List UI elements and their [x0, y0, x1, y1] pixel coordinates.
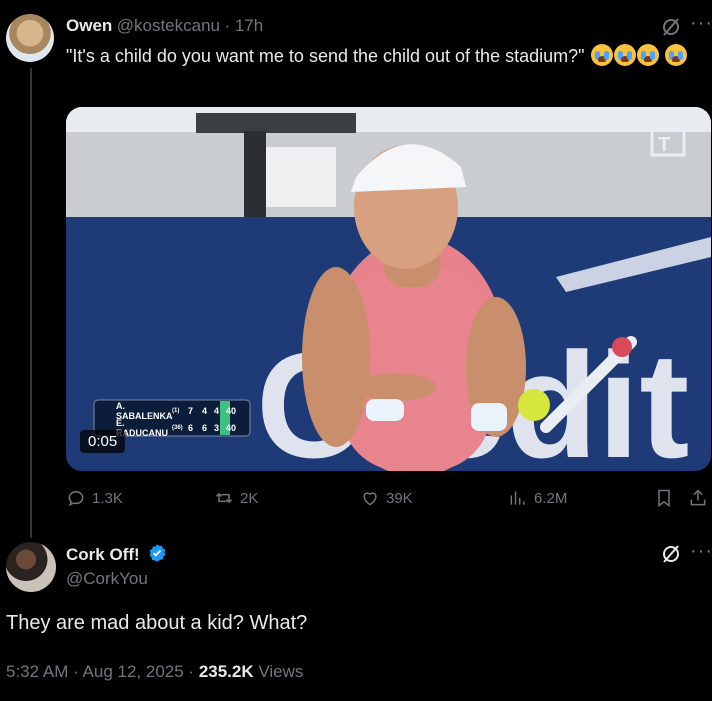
- author-name[interactable]: Cork Off!: [66, 545, 140, 564]
- like-button[interactable]: 39K: [360, 488, 413, 508]
- tweet-meta: 5:32 AM · Aug 12, 2025 · 235.2K Views: [6, 662, 303, 682]
- share-button[interactable]: [688, 488, 708, 508]
- crying-emoji-icon: [664, 44, 687, 66]
- tweet-time[interactable]: · 17h: [224, 16, 263, 35]
- grok-icon[interactable]: [660, 16, 682, 43]
- author-name[interactable]: Owen: [66, 16, 112, 35]
- thread-line: [30, 68, 32, 538]
- heart-icon: [363, 492, 377, 506]
- bookmark-icon: [658, 489, 670, 507]
- views-count: 235.2K: [198, 662, 254, 681]
- author-handle[interactable]: @kostekcanu: [117, 16, 220, 35]
- more-icon[interactable]: ···: [690, 540, 712, 563]
- crying-emoji-icon: [613, 44, 636, 66]
- video-duration-badge: 0:05: [80, 430, 126, 453]
- crying-emoji-icon: [636, 44, 659, 66]
- svg-text:T: T: [658, 134, 670, 156]
- views-label: Views: [258, 662, 304, 681]
- timestamp-link[interactable]: 5:32 AM · Aug 12, 2025 ·: [6, 662, 194, 681]
- views-button[interactable]: 6.2M: [508, 488, 567, 508]
- tweet-text: "It's a child do you want me to send the…: [66, 44, 706, 68]
- avatar-owen[interactable]: [6, 14, 54, 62]
- crying-emoji-icon: [590, 44, 613, 66]
- tweet2-author: Cork Off!: [66, 543, 167, 568]
- reply-button[interactable]: 1.3K: [66, 488, 123, 508]
- scoreboard-row: E. RADUCANU (36) 6 6 3 40: [116, 417, 237, 438]
- repost-icon: [215, 492, 233, 504]
- avatar-corkoff[interactable]: [6, 542, 56, 592]
- repost-button[interactable]: 2K: [214, 488, 258, 508]
- tweet-text: They are mad about a kid? What?: [6, 612, 308, 634]
- verified-badge-icon: [147, 543, 167, 568]
- tweet-header: Owen @kostekcanu · 17h: [66, 16, 263, 36]
- bar-chart-icon: [510, 491, 525, 505]
- video-player[interactable]: Credit T A. SABALENKA (1) 7 4 4 40: [66, 107, 711, 471]
- grok-icon[interactable]: [660, 543, 682, 570]
- scoreboard-row: A. SABALENKA (1) 7 4 4 40: [116, 400, 237, 421]
- bookmark-button[interactable]: [654, 488, 674, 508]
- more-icon[interactable]: ···: [690, 12, 712, 35]
- scoreboard: A. SABALENKA (1) 7 4 4 40 E. RADUCANU (3…: [116, 400, 246, 438]
- share-icon: [690, 489, 706, 506]
- reply-icon: [68, 490, 84, 507]
- author-handle[interactable]: @CorkYou: [66, 569, 148, 589]
